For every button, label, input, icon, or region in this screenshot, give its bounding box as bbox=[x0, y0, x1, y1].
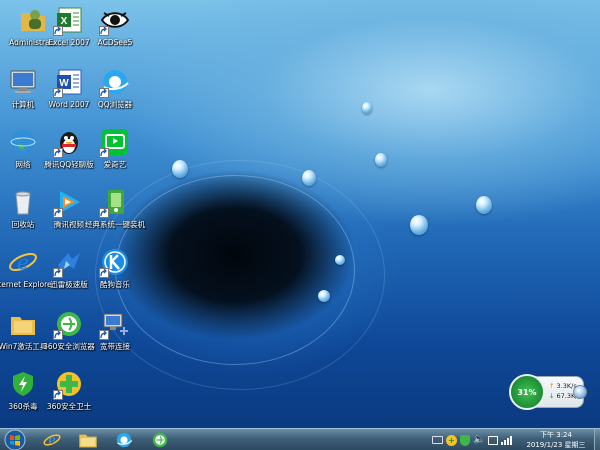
download-arrow-icon: ↓ bbox=[549, 392, 555, 400]
shortcut-arrow-icon bbox=[53, 26, 63, 36]
windows-orb-icon bbox=[4, 429, 26, 450]
taskbar-ie-button[interactable]: e bbox=[36, 430, 68, 450]
icon-label: 经典系统一键装机 bbox=[85, 220, 145, 229]
cpu-usage-ring: 31% bbox=[509, 374, 545, 410]
network-globe-icon bbox=[7, 126, 39, 158]
desktop-icon-broadband[interactable]: 宽带连接 bbox=[82, 308, 148, 366]
clock-date: 2019/1/23 星期三 bbox=[526, 441, 586, 449]
shortcut-arrow-icon bbox=[99, 148, 109, 158]
network-speed-gadget[interactable]: 31% ↑ 3.3K/s ↓ 67.3K/s bbox=[509, 374, 587, 410]
qq-browser-icon bbox=[116, 432, 133, 448]
ie-icon: e bbox=[7, 246, 39, 278]
taskbar-explorer-button[interactable] bbox=[72, 430, 104, 450]
shortcut-arrow-icon bbox=[99, 208, 109, 218]
desktop-icon-acdsee[interactable]: ACDSee5 bbox=[82, 4, 148, 62]
360-tray-icon[interactable]: + bbox=[446, 434, 457, 446]
show-desktop-button[interactable] bbox=[594, 429, 600, 450]
shield-tray-icon[interactable] bbox=[460, 434, 470, 446]
usage-percent: 31% bbox=[517, 387, 537, 397]
water-drop bbox=[335, 255, 345, 265]
ie-icon: e bbox=[43, 433, 61, 447]
taskbar: e + 🔈 下午 3:24 2019/1/23 星期三 bbox=[0, 428, 600, 450]
360-guard-icon bbox=[53, 368, 85, 400]
water-drop bbox=[172, 160, 188, 178]
water-drop bbox=[375, 153, 387, 167]
clock-time: 下午 3:24 bbox=[540, 431, 572, 439]
water-drop bbox=[476, 196, 492, 214]
icon-label: 酷狗音乐 bbox=[100, 280, 130, 289]
shortcut-arrow-icon bbox=[53, 88, 63, 98]
shortcut-arrow-icon bbox=[53, 390, 63, 400]
reinstall-icon bbox=[99, 186, 131, 218]
iqiyi-icon bbox=[99, 126, 131, 158]
water-drop bbox=[362, 102, 372, 114]
network-tray-icon[interactable] bbox=[501, 435, 513, 445]
water-drop bbox=[318, 290, 330, 302]
taskbar-qq-browser-button[interactable] bbox=[108, 430, 140, 450]
tencent-video-icon bbox=[53, 186, 85, 218]
taskbar-360-browser-button[interactable] bbox=[144, 430, 176, 450]
shortcut-arrow-icon bbox=[99, 26, 109, 36]
kugou-icon bbox=[99, 246, 131, 278]
clock[interactable]: 下午 3:24 2019/1/23 星期三 bbox=[520, 430, 592, 450]
desktop-icon-qq-browser[interactable]: QQ浏览器 bbox=[82, 66, 148, 124]
flag-icon[interactable] bbox=[488, 435, 499, 445]
360-browser-icon bbox=[53, 308, 85, 340]
keyboard-icon[interactable] bbox=[432, 436, 443, 444]
start-button[interactable] bbox=[0, 429, 30, 450]
desktop-icon-kugou[interactable]: 酷狗音乐 bbox=[82, 246, 148, 304]
shortcut-arrow-icon bbox=[53, 148, 63, 158]
icon-label: 360安全卫士 bbox=[46, 402, 92, 411]
desktop: Administra... 计算机 网络 回收站 e Internet Expl… bbox=[0, 0, 600, 428]
qq-browser-icon bbox=[99, 66, 131, 98]
upload-arrow-icon: ↑ bbox=[549, 382, 555, 390]
desktop-icon-360-guard[interactable]: 360安全卫士 bbox=[36, 368, 102, 426]
icon-label: ACDSee5 bbox=[97, 38, 133, 47]
desktop-icon-iqiyi[interactable]: 爱奇艺 bbox=[82, 126, 148, 184]
gadget-ball-icon[interactable] bbox=[573, 385, 587, 399]
shortcut-arrow-icon bbox=[99, 330, 109, 340]
word-icon: W bbox=[53, 66, 85, 98]
shortcut-arrow-icon bbox=[53, 208, 63, 218]
excel-icon: X bbox=[53, 4, 85, 36]
icon-label: QQ浏览器 bbox=[97, 100, 133, 109]
eye-icon bbox=[99, 4, 131, 36]
recycle-bin-icon bbox=[7, 186, 39, 218]
volume-icon[interactable]: 🔈 bbox=[473, 435, 485, 445]
shortcut-arrow-icon bbox=[53, 330, 63, 340]
computer-icon bbox=[7, 66, 39, 98]
water-drop bbox=[410, 215, 428, 235]
broadband-icon bbox=[99, 308, 131, 340]
svg-text:e: e bbox=[48, 433, 55, 447]
shortcut-arrow-icon bbox=[53, 268, 63, 278]
shortcut-arrow-icon bbox=[99, 88, 109, 98]
icon-label: 爱奇艺 bbox=[103, 160, 127, 169]
shortcut-arrow-icon bbox=[99, 268, 109, 278]
xunlei-bird-icon bbox=[53, 246, 85, 278]
360-browser-icon bbox=[152, 432, 168, 448]
360-shield-icon bbox=[7, 368, 39, 400]
water-drop bbox=[302, 170, 316, 186]
desktop-icon-reinstall[interactable]: 经典系统一键装机 bbox=[82, 186, 148, 244]
qq-penguin-icon bbox=[53, 126, 85, 158]
system-tray: + 🔈 bbox=[432, 432, 513, 448]
icon-label: 宽带连接 bbox=[100, 342, 130, 351]
folder-icon bbox=[7, 308, 39, 340]
explorer-folder-icon bbox=[79, 434, 97, 448]
svg-text:e: e bbox=[17, 250, 29, 274]
